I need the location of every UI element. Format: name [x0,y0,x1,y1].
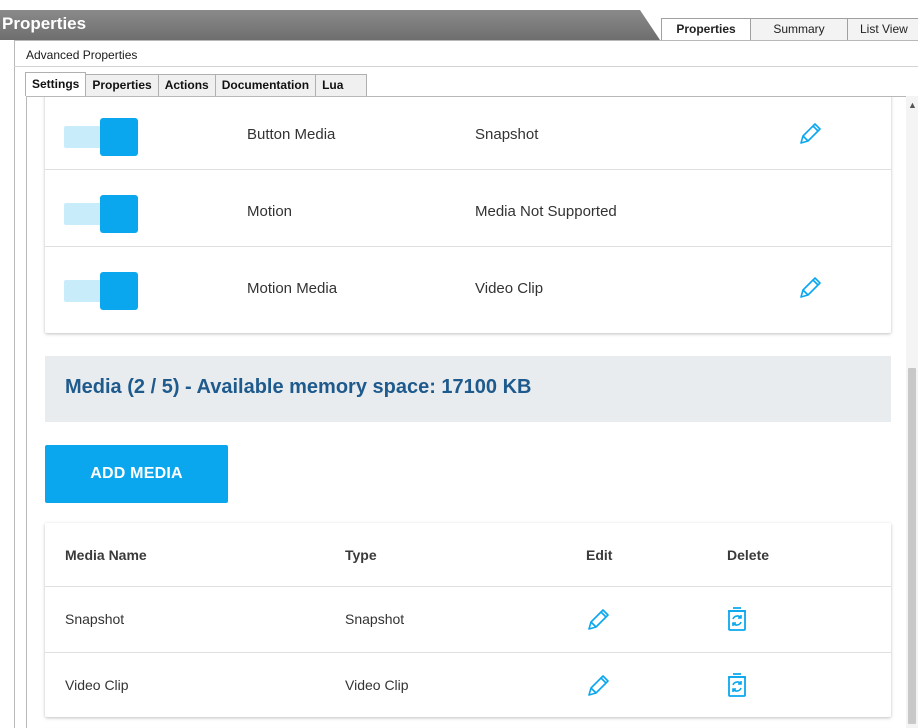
tab-properties[interactable]: Properties [661,18,751,40]
toggle-row-motion: Motion Media Not Supported [45,170,891,247]
toggle-row-motion-media: Motion Media Video Clip [45,247,891,324]
motion-media-toggle[interactable] [64,272,138,310]
scroll-up-arrow-icon[interactable]: ▲ [908,100,917,110]
header-type: Type [345,547,377,563]
row-value: Video Clip [475,280,544,297]
table-row: Video Clip Video Clip [45,653,891,717]
window-title: Properties [2,14,87,33]
media-memory-heading: Media (2 / 5) - Available memory space: … [65,376,532,398]
trash-refresh-icon[interactable] [726,671,748,699]
table-row: Snapshot Snapshot [45,587,891,653]
divider [14,66,918,67]
titlebar-background [0,10,660,40]
row-name: Motion [247,203,293,220]
media-name-cell: Snapshot [65,611,125,627]
tab-summary[interactable]: Summary [750,18,848,40]
settings-subtabs: Settings Properties Actions Documentatio… [25,72,368,96]
header-media-name: Media Name [65,547,147,563]
trash-refresh-icon[interactable] [726,605,748,633]
row-value: Media Not Supported [475,203,617,220]
toggle-knob [100,118,138,156]
media-name-cell: Video Clip [65,677,129,693]
toggle-row-button-media: Button Media Snapshot [45,97,891,170]
media-type-cell: Video Clip [345,677,409,693]
table-header: Media Name Type Edit Delete [45,523,891,587]
subtab-properties[interactable]: Properties [85,74,159,96]
media-header: Media (2 / 5) - Available memory space: … [45,356,891,422]
header-delete: Delete [727,547,770,563]
header-edit: Edit [586,547,613,563]
advanced-properties-label: Advanced Properties [26,48,138,62]
subtab-actions[interactable]: Actions [157,74,216,96]
toggle-knob [100,195,138,233]
scroll-thumb[interactable] [908,368,916,724]
pencil-icon[interactable] [797,275,823,301]
row-name: Motion Media [247,280,338,297]
media-toggle-card: Button Media Snapshot Motion Media Not S… [45,97,891,333]
row-value: Snapshot [475,126,539,143]
subtab-lua[interactable]: Lua [315,74,368,96]
subtab-documentation[interactable]: Documentation [214,74,317,96]
button-media-toggle[interactable] [64,118,138,156]
window-titlebar: Properties Properties Summary List View [0,10,918,40]
motion-toggle[interactable] [64,195,138,233]
media-type-cell: Snapshot [345,611,405,627]
subtab-settings[interactable]: Settings [25,72,87,96]
row-name: Button Media [247,126,336,143]
pencil-icon[interactable] [797,121,823,147]
tab-list-view[interactable]: List View [847,18,918,40]
settings-content: Button Media Snapshot Motion Media Not S… [26,96,906,728]
pencil-icon[interactable] [585,673,611,699]
toggle-knob [100,272,138,310]
pencil-icon[interactable] [585,607,611,633]
media-table: Media Name Type Edit Delete Snapshot Sna… [45,523,891,717]
view-tabs: Properties Summary List View [661,18,918,40]
vertical-scrollbar[interactable]: ▲ [906,96,918,728]
add-media-button[interactable]: ADD MEDIA [45,445,228,503]
